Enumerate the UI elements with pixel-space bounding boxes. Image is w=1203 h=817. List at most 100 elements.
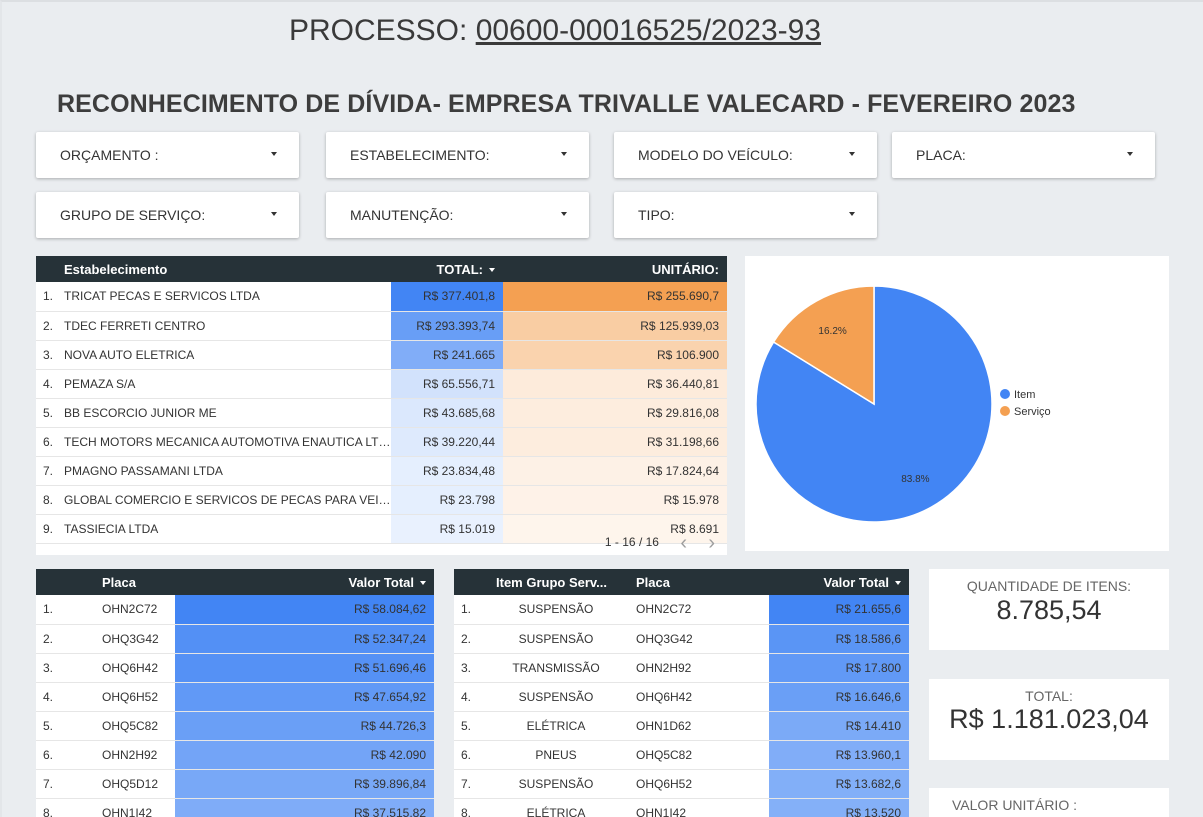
cell-valor-total: R$ 47.654,92 xyxy=(175,682,434,712)
filter-label: ORÇAMENTO : xyxy=(60,147,159,163)
kpi-value: R$ 1.181.023,04 xyxy=(949,704,1149,734)
legend-item-item[interactable]: Item xyxy=(1000,389,1035,401)
filter-label: GRUPO DE SERVIÇO: xyxy=(60,207,206,223)
cell-grupo: SUSPENSÃO xyxy=(482,682,630,712)
header-placa[interactable]: Placa xyxy=(630,569,769,595)
cell-total: R$ 377.401,8 xyxy=(391,282,503,312)
dropdown-caret-icon xyxy=(849,212,855,216)
dropdown-caret-icon xyxy=(1127,152,1133,156)
table-row[interactable]: 5. ELÉTRICA OHN1D62 R$ 14.410 xyxy=(454,711,909,741)
cell-valor-total: R$ 58.084,62 xyxy=(175,595,434,625)
dropdown-caret-icon xyxy=(849,152,855,156)
table-row[interactable]: 8. GLOBAL COMERCIO E SERVICOS DE PECAS PA… xyxy=(36,485,727,515)
cell-grupo: TRANSMISSÃO xyxy=(482,653,630,683)
table-row[interactable]: 5. OHQ5C82 R$ 44.726,3 xyxy=(36,711,434,741)
sort-caret-icon xyxy=(489,268,495,273)
row-index: 5. xyxy=(454,711,482,741)
cell-total: R$ 23.798 xyxy=(391,485,503,515)
filter-placa[interactable]: PLACA: xyxy=(892,132,1155,178)
table-row[interactable]: 2. SUSPENSÃO OHQ3G42 R$ 18.586,6 xyxy=(454,624,909,654)
filter-label: PLACA: xyxy=(916,147,966,163)
chevron-right-icon[interactable]: › xyxy=(708,533,715,553)
row-index: 7. xyxy=(36,456,60,486)
table-row[interactable]: 8. OHN1I42 R$ 37.515,82 xyxy=(36,798,434,817)
sort-caret-icon xyxy=(895,581,901,586)
filter-modelo-veiculo[interactable]: MODELO DO VEÍCULO: xyxy=(614,132,877,178)
header-total[interactable]: TOTAL: xyxy=(391,256,503,282)
legend-label: Item xyxy=(1014,389,1036,401)
table-row[interactable]: 3. NOVA AUTO ELETRICA R$ 241.665 R$ 106.900 xyxy=(36,340,727,370)
cell-valor-total: R$ 16.646,6 xyxy=(769,682,909,712)
cell-estabelecimento: GLOBAL COMERCIO E SERVICOS DE PECAS PARA… xyxy=(60,485,391,515)
pie-chart: 83.8% 16.2% xyxy=(755,285,993,523)
table-row[interactable]: 3. TRANSMISSÃO OHN2H92 R$ 17.800 xyxy=(454,653,909,683)
dropdown-caret-icon xyxy=(561,212,567,216)
header-index xyxy=(36,569,102,595)
header-item-grupo[interactable]: Item Grupo Serv... xyxy=(482,569,630,595)
cell-valor-total: R$ 37.515,82 xyxy=(175,798,434,817)
row-index: 9. xyxy=(36,514,60,544)
table-row[interactable]: 6. TECH MOTORS MECANICA AUTOMOTIVA ENAUTI… xyxy=(36,427,727,457)
cell-valor-total: R$ 39.896,84 xyxy=(175,769,434,799)
table-row[interactable]: 7. OHQ5D12 R$ 39.896,84 xyxy=(36,769,434,799)
kpi-quantidade-itens: QUANTIDADE DE ITENS: 8.785,54 xyxy=(929,569,1169,650)
cell-unitario: R$ 29.816,08 xyxy=(503,398,727,428)
filter-manutencao[interactable]: MANUTENÇÃO: xyxy=(326,192,589,238)
table-row[interactable]: 2. TDEC FERRETI CENTRO R$ 293.393,74 R$ 125… xyxy=(36,311,727,341)
pagination-text: 1 - 16 / 16 xyxy=(604,535,659,549)
pie-chart-card: 83.8% 16.2% Item Serviço xyxy=(745,256,1169,551)
process-heading: PROCESSO: 00600-00016525/2023-93 xyxy=(0,14,1110,48)
table-row[interactable]: 7. PMAGNO PASSAMANI LTDA R$ 23.834,48 R$ 17… xyxy=(36,456,727,486)
header-unitario[interactable]: UNITÁRIO: xyxy=(503,256,727,282)
cell-valor-total: R$ 18.586,6 xyxy=(769,624,909,654)
cell-estabelecimento: TASSIECIA LTDA xyxy=(60,514,391,544)
row-index: 6. xyxy=(36,427,60,457)
header-valor-total[interactable]: Valor Total xyxy=(769,569,909,595)
cell-unitario: R$ 15.978 xyxy=(503,485,727,515)
cell-total: R$ 43.685,68 xyxy=(391,398,503,428)
table-row[interactable]: 4. OHQ6H52 R$ 47.654,92 xyxy=(36,682,434,712)
pie-data-label: 83.8% xyxy=(901,474,929,485)
table-row[interactable]: 1. OHN2C72 R$ 58.084,62 xyxy=(36,595,434,625)
cell-total: R$ 15.019 xyxy=(391,514,503,544)
filter-tipo[interactable]: TIPO: xyxy=(614,192,877,238)
table-row[interactable]: 7. SUSPENSÃO OHQ6H52 R$ 13.682,6 xyxy=(454,769,909,799)
table-row[interactable]: 1. TRICAT PECAS E SERVICOS LTDA R$ 377.401… xyxy=(36,282,727,312)
cell-valor-total: R$ 14.410 xyxy=(769,711,909,741)
legend-dot-icon xyxy=(1000,406,1010,416)
filter-estabelecimento[interactable]: ESTABELECIMENTO: xyxy=(326,132,589,178)
cell-placa: OHN2C72 xyxy=(102,595,175,625)
cell-estabelecimento: PEMAZA S/A xyxy=(60,369,391,399)
cell-unitario: R$ 106.900 xyxy=(503,340,727,370)
table-row[interactable]: 8. ELÉTRICA OHN1I42 R$ 13.520 xyxy=(454,798,909,817)
kpi-label: TOTAL: xyxy=(1025,688,1073,704)
chevron-left-icon[interactable]: ‹ xyxy=(680,533,687,553)
cell-valor-total: R$ 51.696,46 xyxy=(175,653,434,683)
table-row[interactable]: 6. PNEUS OHQ5C82 R$ 13.960,1 xyxy=(454,740,909,770)
cell-valor-total: R$ 42.090 xyxy=(175,740,434,770)
row-index: 7. xyxy=(36,769,102,799)
cell-placa: OHN1I42 xyxy=(102,798,175,817)
filter-grupo-servico[interactable]: GRUPO DE SERVIÇO: xyxy=(36,192,299,238)
process-label: PROCESSO: xyxy=(288,14,468,47)
kpi-label: QUANTIDADE DE ITENS: xyxy=(966,578,1132,594)
cell-valor-total: R$ 44.726,3 xyxy=(175,711,434,741)
table-row[interactable]: 2. OHQ3G42 R$ 52.347,24 xyxy=(36,624,434,654)
header-valor-total[interactable]: Valor Total xyxy=(175,569,434,595)
table-row[interactable]: 4. SUSPENSÃO OHQ6H42 R$ 16.646,6 xyxy=(454,682,909,712)
header-placa[interactable]: Placa xyxy=(102,569,175,595)
header-estabelecimento[interactable]: Estabelecimento xyxy=(60,256,391,282)
filter-orcamento[interactable]: ORÇAMENTO : xyxy=(36,132,299,178)
table-row[interactable]: 3. OHQ6H42 R$ 51.696,46 xyxy=(36,653,434,683)
table-row[interactable]: 6. OHN2H92 R$ 42.090 xyxy=(36,740,434,770)
table-row[interactable]: 5. BB ESCORCIO JUNIOR ME R$ 43.685,68 R$ 29… xyxy=(36,398,727,428)
cell-estabelecimento: NOVA AUTO ELETRICA xyxy=(60,340,391,370)
filter-label: TIPO: xyxy=(638,207,675,223)
legend-item-servico[interactable]: Serviço xyxy=(1000,406,1051,418)
table-row[interactable]: 1. SUSPENSÃO OHN2C72 R$ 21.655,6 xyxy=(454,595,909,625)
process-number: 00600-00016525/2023-93 xyxy=(475,14,822,47)
table-row[interactable]: 4. PEMAZA S/A R$ 65.556,71 R$ 36.440,81 xyxy=(36,369,727,399)
cell-unitario: R$ 125.939,03 xyxy=(503,311,727,341)
cell-grupo: SUSPENSÃO xyxy=(482,595,630,625)
header-index xyxy=(36,256,60,282)
